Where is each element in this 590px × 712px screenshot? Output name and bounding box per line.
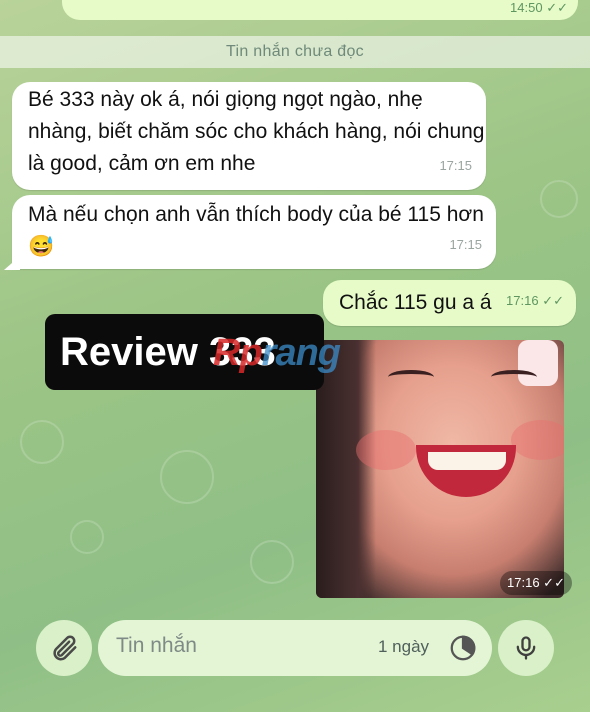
auto-delete-timer-label[interactable]: 1 ngày	[378, 637, 429, 657]
photo-message[interactable]	[316, 340, 564, 598]
message-time: 17:15	[449, 237, 482, 252]
microphone-icon	[516, 636, 536, 660]
message-time: 17:16 ✓✓	[506, 293, 564, 308]
photo-eye	[388, 370, 434, 384]
outgoing-message-bubble[interactable]: 14:50 ✓✓	[62, 0, 578, 20]
wallpaper-doodle	[70, 520, 104, 554]
photo-teeth	[428, 452, 506, 470]
wallpaper-doodle	[160, 450, 214, 504]
message-text: Bé 333 này ok á, nói giọng ngọt ngào, nh…	[28, 88, 485, 175]
photo-hair-region	[316, 340, 376, 598]
photo-cheek	[511, 420, 564, 460]
photo-eye	[491, 370, 537, 384]
wallpaper-doodle	[250, 540, 294, 584]
photo-cheek	[356, 430, 416, 470]
photo-time-badge: 17:16 ✓✓	[500, 571, 572, 595]
message-input-placeholder: Tin nhắn	[116, 634, 197, 657]
watermark-logo: Rprang	[213, 332, 341, 374]
wallpaper-doodle	[20, 420, 64, 464]
voice-record-button[interactable]	[498, 620, 554, 676]
attach-button[interactable]	[36, 620, 92, 676]
timer-icon[interactable]	[448, 633, 478, 663]
unread-messages-divider: Tin nhắn chưa đọc	[0, 36, 590, 68]
outgoing-message-bubble[interactable]: Chắc 115 gu a á 17:16 ✓✓	[323, 280, 576, 326]
incoming-message-bubble[interactable]: Bé 333 này ok á, nói giọng ngọt ngào, nh…	[12, 82, 486, 190]
message-text: Mà nếu chọn anh vẫn thích body của bé 11…	[28, 203, 484, 258]
wallpaper-doodle	[540, 180, 578, 218]
message-input[interactable]: Tin nhắn 1 ngày	[98, 620, 492, 676]
message-time: 17:15	[439, 158, 472, 173]
paperclip-icon	[53, 635, 77, 661]
message-time: 14:50 ✓✓	[510, 0, 568, 15]
incoming-message-bubble[interactable]: Mà nếu chọn anh vẫn thích body của bé 11…	[12, 195, 496, 269]
